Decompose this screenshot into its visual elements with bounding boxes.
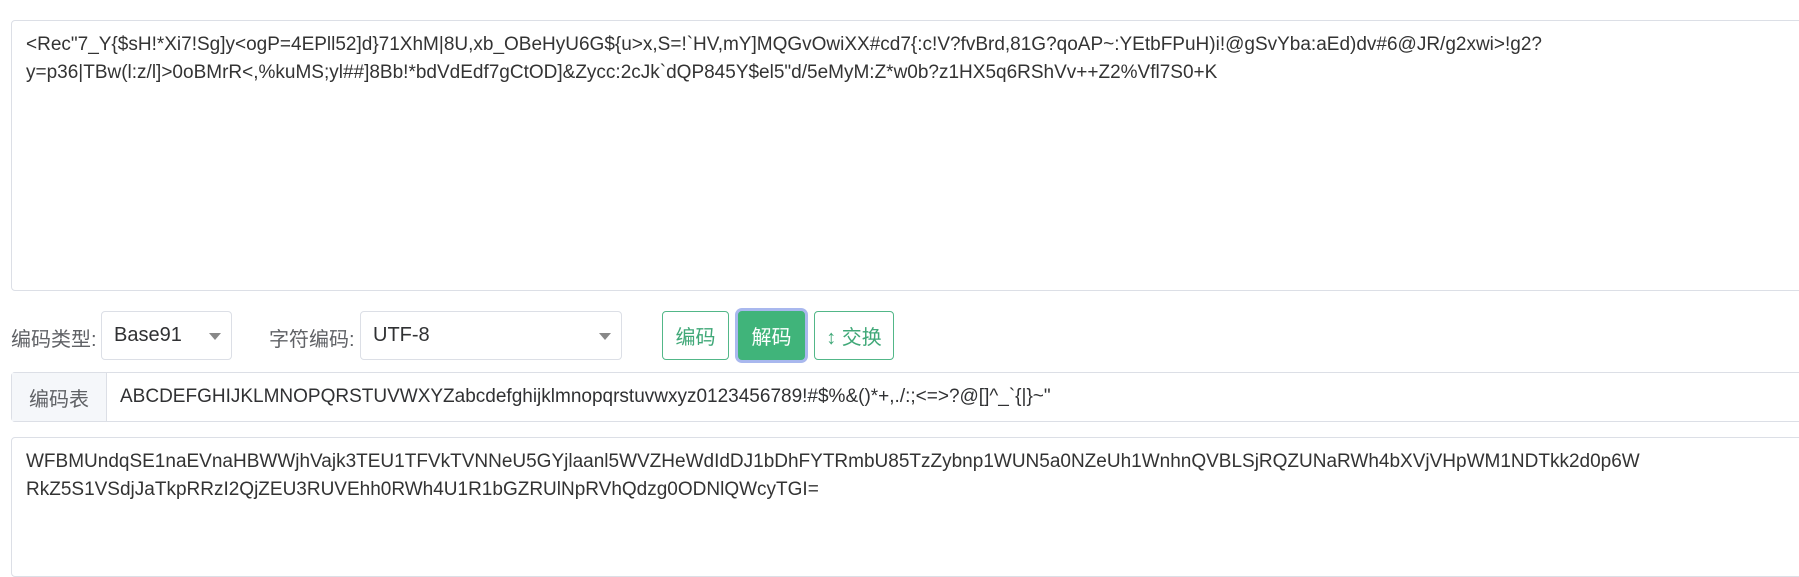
input-line: y=p36|TBw(l:z/l]>0oBMrR<,%kuMS;yl##]8Bb!… [26,62,1218,83]
output-line: WFBMUndqSE1naEVnaHBWWjhVajk3TEU1TFVkTVNN… [26,451,1640,472]
chevron-down-icon [599,333,611,340]
encode-button[interactable]: 编码 [662,311,729,360]
output-line: RkZ5S1VSdjJaTkpRRzI2QjZEU3RUVEhh0RWh4U1R… [26,479,819,500]
decode-button[interactable]: 解码 [738,311,805,360]
charset-value: UTF-8 [373,324,430,346]
encode-type-label: 编码类型: [11,329,97,351]
encoding-table-label: 编码表 [12,373,107,421]
controls-bar: 编码类型: Base91 字符编码: UTF-8 编码 解码 ↕ 交换 [0,311,1799,361]
encode-type-value: Base91 [114,324,182,346]
encode-type-select[interactable]: Base91 [101,311,232,360]
encoding-table-field: 编码表 ABCDEFGHIJKLMNOPQRSTUVWXYZabcdefghij… [11,372,1799,422]
input-textarea[interactable]: <Rec"7_Y{$sH!*Xi7!Sg]y<ogP=4EPll52]d}71X… [11,20,1799,291]
encoding-table-input[interactable]: ABCDEFGHIJKLMNOPQRSTUVWXYZabcdefghijklmn… [107,373,1051,421]
input-line: <Rec"7_Y{$sH!*Xi7!Sg]y<ogP=4EPll52]d}71X… [26,34,1542,55]
chevron-down-icon [209,333,221,340]
swap-button[interactable]: ↕ 交换 [814,311,894,360]
output-textarea[interactable]: WFBMUndqSE1naEVnaHBWWjhVajk3TEU1TFVkTVNN… [11,437,1799,577]
charset-label: 字符编码: [269,329,355,351]
charset-select[interactable]: UTF-8 [360,311,622,360]
